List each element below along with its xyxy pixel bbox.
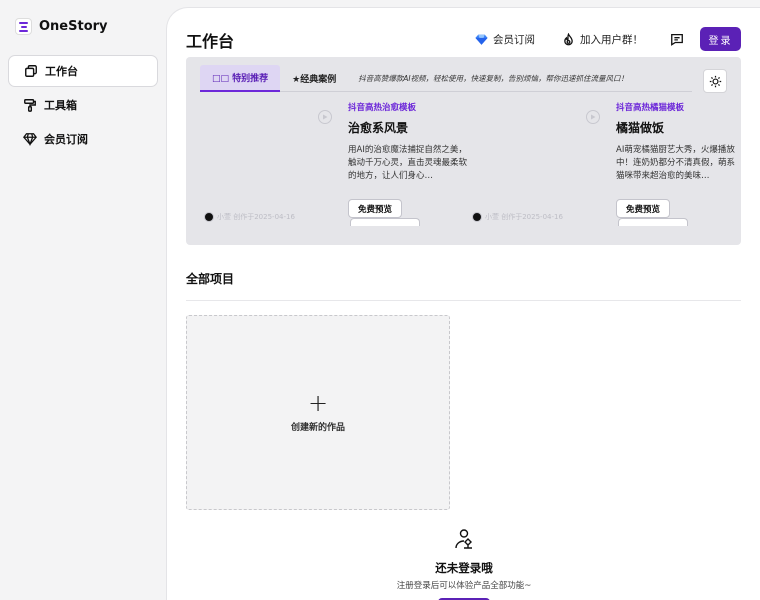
template-card[interactable]: 小萱 创作于2025-04-16 抖音高热橘猫模板 橘猫做饭 AI萌宠橘猫厨艺大… <box>468 101 736 231</box>
brand[interactable]: OneStory <box>15 18 108 35</box>
lightbulb-icon <box>709 75 721 87</box>
sidebar-item-membership[interactable]: 会员订阅 <box>8 123 158 155</box>
free-preview-button[interactable]: 免费预览 <box>616 199 671 218</box>
avatar <box>472 212 482 222</box>
card-thumbnail[interactable]: 小萱 创作于2025-04-16 <box>468 101 616 227</box>
membership-label: 会员订阅 <box>493 33 535 46</box>
author-text: 小萱 创作于2025-04-16 <box>485 213 563 221</box>
banner-description: 抖音高赞爆款AI视频，轻松使用，快速复制，告别烦恼，帮你迅速抓住流量风口！ <box>358 73 629 83</box>
join-group-label: 加入用户群！ <box>580 33 643 46</box>
brand-name: OneStory <box>39 19 108 34</box>
empty-subtitle: 注册登录后可以体验产品全部功能~ <box>396 581 532 591</box>
card-author: 小萱 创作于2025-04-16 <box>472 212 563 222</box>
join-group-link[interactable]: 加入用户群！ <box>562 32 643 47</box>
card-description: 用AI的治愈魔法捕捉自然之美，触动千万心灵，直击灵魂最柔软的地方，让人们身心… <box>348 145 468 181</box>
card-description: AI萌宠橘猫厨艺大秀，火爆播放中！连奶奶都分不清真假，萌系猫咪带来超治愈的美味… <box>616 145 736 181</box>
paint-roller-icon <box>24 99 36 112</box>
main-panel: 工作台 会员订阅 加入用户群！ 登录 □□ 特别推荐 ★经典案例 抖音高赞爆款A… <box>166 7 760 600</box>
flame-icon <box>564 32 573 45</box>
empty-title: 还未登录哦 <box>435 561 493 575</box>
use-template-button[interactable] <box>350 218 420 226</box>
page-title: 工作台 <box>186 32 235 51</box>
avatar <box>204 212 214 222</box>
header-actions: 会员订阅 加入用户群！ 登录 <box>448 27 741 51</box>
sidebar-nav: 工作台 工具箱 会员订阅 <box>8 55 158 157</box>
tab-classic-cases[interactable]: ★经典案例 <box>280 65 348 92</box>
card-body: 抖音高热治愈模板 治愈系风景 用AI的治愈魔法捕捉自然之美，触动千万心灵，直击灵… <box>348 101 468 226</box>
create-project-label: 创建新的作品 <box>290 423 345 433</box>
free-preview-button[interactable]: 免费预览 <box>348 199 403 218</box>
card-author: 小萱 创作于2025-04-16 <box>204 212 295 222</box>
message-icon[interactable] <box>670 32 684 46</box>
login-button[interactable]: 登录 <box>700 27 741 51</box>
tab-special-recommend[interactable]: □□ 特别推荐 <box>200 64 281 92</box>
login-empty-state: 还未登录哦 注册登录后可以体验产品全部功能~ <box>381 527 547 600</box>
sidebar-item-workspace[interactable]: 工作台 <box>8 55 158 87</box>
theme-toggle-button[interactable] <box>703 69 727 93</box>
workspace-icon <box>25 65 37 77</box>
card-tag: 抖音高热治愈模板 <box>348 103 417 113</box>
diamond-icon <box>475 34 488 45</box>
divider <box>186 300 741 301</box>
onestory-logo-icon <box>15 18 32 35</box>
use-template-button[interactable] <box>618 218 688 226</box>
sidebar-item-label: 工作台 <box>45 65 78 78</box>
sidebar-item-toolbox[interactable]: 工具箱 <box>8 89 158 121</box>
create-project-card[interactable]: + 创建新的作品 <box>186 315 450 510</box>
sidebar-item-label: 会员订阅 <box>44 133 88 146</box>
card-tag: 抖音高热橘猫模板 <box>616 103 685 113</box>
play-icon[interactable] <box>318 110 332 124</box>
plus-icon: + <box>307 389 329 417</box>
card-thumbnail[interactable]: 小萱 创作于2025-04-16 <box>200 101 348 227</box>
card-title: 治愈系风景 <box>348 121 409 135</box>
sidebar-item-label: 工具箱 <box>44 99 77 112</box>
membership-link[interactable]: 会员订阅 <box>475 32 535 47</box>
banner-tabs: □□ 特别推荐 ★经典案例 抖音高赞爆款AI视频，轻松使用，快速复制，告别烦恼，… <box>200 64 692 92</box>
section-title-all-projects: 全部项目 <box>186 272 235 286</box>
recommend-banner: □□ 特别推荐 ★经典案例 抖音高赞爆款AI视频，轻松使用，快速复制，告别烦恼，… <box>186 57 741 245</box>
card-body: 抖音高热橘猫模板 橘猫做饭 AI萌宠橘猫厨艺大秀，火爆播放中！连奶奶都分不清真假… <box>616 101 736 226</box>
play-icon[interactable] <box>586 110 600 124</box>
card-title: 橘猫做饭 <box>616 121 665 135</box>
login-person-icon <box>455 529 472 549</box>
template-card[interactable]: 小萱 创作于2025-04-16 抖音高热治愈模板 治愈系风景 用AI的治愈魔法… <box>200 101 468 231</box>
sidebar: OneStory 工作台 工具箱 会员订阅 <box>0 0 166 600</box>
diamond-icon <box>23 133 37 146</box>
author-text: 小萱 创作于2025-04-16 <box>217 213 295 221</box>
